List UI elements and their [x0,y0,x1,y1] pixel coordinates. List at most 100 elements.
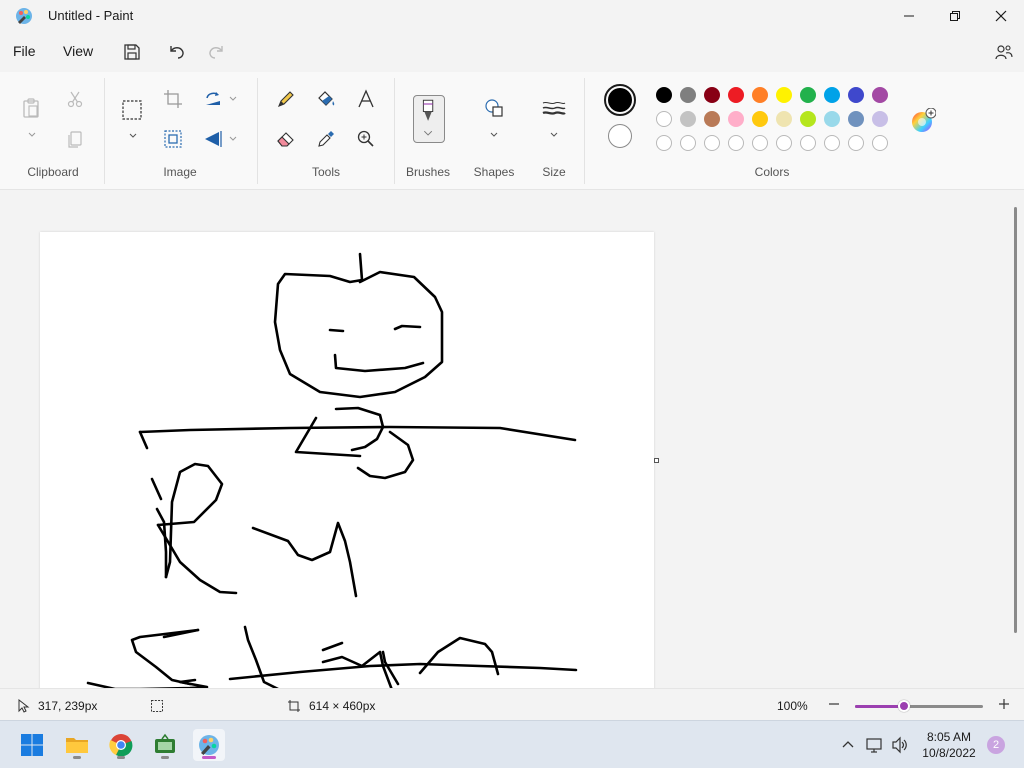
color-swatch[interactable] [704,111,720,127]
pencil-icon [278,91,294,107]
tools-group-label: Tools [311,165,340,179]
flip-button[interactable] [199,125,227,153]
color-swatch[interactable] [848,111,864,127]
color-swatch[interactable] [680,87,696,103]
group-divider [584,78,585,184]
primary-color-button[interactable] [604,84,636,116]
shapes-options-chevron[interactable] [489,131,499,139]
notification-badge[interactable]: 2 [987,736,1005,754]
color-swatch[interactable] [752,111,768,127]
crop-button[interactable] [159,85,187,113]
canvas-size-text: 614 × 460px [309,699,376,713]
app-icon [155,733,175,753]
pointer-icon [18,699,30,713]
color-swatch[interactable] [656,111,672,127]
custom-color-slot[interactable] [728,135,744,151]
file-explorer-button[interactable] [61,729,93,761]
size-button[interactable] [540,94,568,122]
color-swatch[interactable] [752,87,768,103]
shapes-group-label: Shapes [473,165,515,179]
undo-button[interactable] [165,40,189,64]
minimize-button[interactable] [886,0,932,32]
color-swatch[interactable] [824,111,840,127]
network-button[interactable] [865,735,885,755]
zoom-out-button[interactable] [827,697,841,711]
cursor-position-text: 317, 239px [38,699,98,713]
custom-color-slot[interactable] [824,135,840,151]
color-swatch[interactable] [728,111,744,127]
start-button[interactable] [16,729,48,761]
fill-tool[interactable] [312,85,340,113]
secondary-color-button[interactable] [608,124,632,148]
eraser-tool[interactable] [272,125,300,153]
text-tool[interactable] [352,85,380,113]
restore-icon [950,11,960,21]
redo-button[interactable] [204,40,228,64]
custom-color-slot[interactable] [680,135,696,151]
close-button[interactable] [978,0,1024,32]
colors-group-label: Colors [754,165,790,179]
edit-colors-button[interactable] [910,107,937,134]
select-button[interactable] [118,96,146,124]
doodle-drawing [86,252,578,688]
show-hidden-icons-button[interactable] [838,735,858,755]
magnifier-tool[interactable] [352,125,380,153]
view-menu[interactable]: View [63,43,93,59]
volume-button[interactable] [890,735,910,755]
close-icon [995,10,1007,22]
select-options-chevron[interactable] [128,132,138,140]
color-swatch[interactable] [800,87,816,103]
chrome-button[interactable] [105,729,137,761]
brushes-button[interactable] [413,95,445,143]
paint-taskbar-button[interactable] [193,729,225,761]
magnifier-icon [357,130,374,147]
color-picker-tool[interactable] [312,125,340,153]
shapes-button[interactable] [480,94,508,122]
color-swatch[interactable] [800,111,816,127]
line-thickness-icon [542,101,566,115]
file-menu[interactable]: File [13,43,36,59]
share-button[interactable] [992,40,1016,64]
canvas-resize-handle[interactable] [654,458,659,463]
zoom-slider[interactable] [855,705,983,708]
flip-options-chevron[interactable] [228,135,238,143]
custom-color-slot[interactable] [776,135,792,151]
paste-options-chevron[interactable] [27,131,37,139]
zoom-slider-thumb[interactable] [897,700,910,712]
custom-color-slot[interactable] [656,135,672,151]
save-button[interactable] [120,40,144,64]
color-swatch[interactable] [704,87,720,103]
size-options-chevron[interactable] [549,131,559,139]
vertical-scrollbar[interactable] [1014,207,1017,633]
paste-button[interactable] [17,94,45,122]
pencil-tool[interactable] [272,85,300,113]
title-bar: Untitled - Paint [0,0,1024,32]
color-swatch[interactable] [776,111,792,127]
clock[interactable]: 8:05 AM 10/8/2022 [920,729,978,761]
color-swatch[interactable] [680,111,696,127]
resize-icon [164,130,182,148]
color-swatch[interactable] [824,87,840,103]
custom-color-slot[interactable] [800,135,816,151]
restore-button[interactable] [932,0,978,32]
color-swatch[interactable] [728,87,744,103]
cut-button[interactable] [61,85,89,113]
color-swatch[interactable] [872,87,888,103]
rotate-options-chevron[interactable] [228,95,238,103]
paint-icon [199,735,219,755]
app-button[interactable] [149,729,181,761]
drawing-canvas[interactable] [40,232,654,688]
custom-color-slot[interactable] [752,135,768,151]
color-swatch[interactable] [848,87,864,103]
color-swatch[interactable] [776,87,792,103]
rotate-button[interactable] [199,85,227,113]
resize-button[interactable] [159,125,187,153]
custom-color-slot[interactable] [848,135,864,151]
canvas-workspace[interactable] [0,191,1024,688]
color-swatch[interactable] [656,87,672,103]
color-swatch[interactable] [872,111,888,127]
copy-button[interactable] [61,125,89,153]
custom-color-slot[interactable] [872,135,888,151]
zoom-in-button[interactable] [997,697,1011,711]
custom-color-slot[interactable] [704,135,720,151]
